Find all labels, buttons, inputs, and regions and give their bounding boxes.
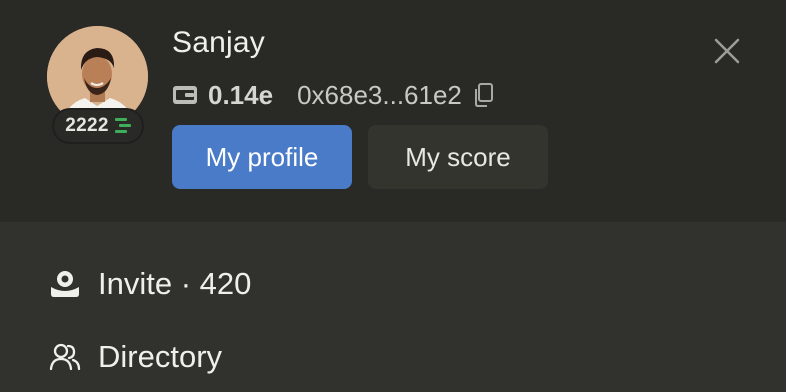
menu-item-directory[interactable]: Directory: [48, 335, 222, 379]
menu-item-invite[interactable]: Invite · 420: [48, 262, 251, 306]
users-icon: [48, 340, 82, 374]
my-profile-button[interactable]: My profile: [172, 125, 352, 189]
wallet-row: 0.14e 0x68e3...61e2: [172, 78, 494, 112]
menu-label-invite: Invite · 420: [98, 266, 252, 301]
user-name: Sanjay: [172, 26, 265, 59]
score-value: 2222: [65, 115, 109, 136]
wallet-icon: [172, 84, 198, 106]
wallet-balance: 0.14e: [208, 79, 274, 110]
wallet-address: 0x68e3...61e2: [297, 79, 462, 110]
invite-icon: [48, 267, 82, 301]
close-icon[interactable]: [710, 34, 744, 68]
score-bars-icon: [114, 117, 131, 135]
menu-label-directory: Directory: [98, 339, 223, 374]
my-score-button[interactable]: My score: [368, 125, 548, 189]
copy-icon[interactable]: [472, 82, 494, 108]
score-badge: 2222: [52, 108, 144, 144]
